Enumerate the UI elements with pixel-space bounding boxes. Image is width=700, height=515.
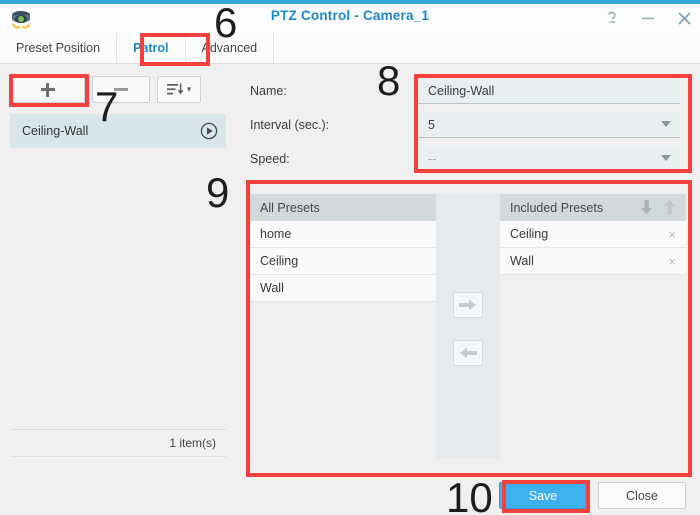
- speed-value: --: [428, 151, 437, 166]
- arrow-right-icon: [459, 299, 476, 311]
- included-presets-body: Ceiling × Wall ×: [500, 221, 686, 459]
- add-preset-button[interactable]: [453, 292, 483, 318]
- window-title: PTZ Control - Camera_1: [270, 8, 430, 23]
- label-speed: Speed:: [250, 152, 290, 166]
- included-presets-column: Included Presets Ceiling × Wall ×: [500, 194, 686, 459]
- play-icon[interactable]: [200, 122, 218, 140]
- annotation-number-9: 9: [206, 169, 230, 216]
- label-interval: Interval (sec.):: [250, 118, 330, 132]
- arrow-down-icon[interactable]: [640, 200, 653, 215]
- close-icon[interactable]: ×: [668, 227, 676, 242]
- annotation-number-10: 10: [446, 474, 493, 515]
- all-presets-body: home Ceiling Wall: [250, 221, 436, 459]
- list-item[interactable]: Ceiling ×: [500, 221, 686, 248]
- annotation-number-7: 7: [95, 83, 119, 130]
- preset-name: Wall: [260, 281, 284, 295]
- speed-select[interactable]: --: [418, 146, 680, 172]
- sort-button[interactable]: ▾: [157, 76, 201, 103]
- item-count-text: 1 item(s): [169, 436, 216, 450]
- remove-preset-button[interactable]: [453, 340, 483, 366]
- list-item[interactable]: Wall: [250, 275, 436, 302]
- preset-name: Wall: [510, 254, 534, 268]
- close-icon[interactable]: [674, 8, 694, 28]
- close-button[interactable]: Close: [598, 482, 686, 509]
- included-presets-header: Included Presets: [500, 194, 686, 221]
- presets-dual-list: All Presets home Ceiling Wall Included P…: [250, 194, 686, 459]
- item-count-label: 1 item(s): [10, 429, 226, 457]
- sort-descending-icon: [166, 83, 184, 95]
- preset-name: home: [260, 227, 292, 241]
- preset-name: Ceiling: [510, 227, 549, 241]
- save-button[interactable]: Save: [499, 482, 587, 509]
- tab-preset-position[interactable]: Preset Position: [0, 33, 118, 63]
- all-presets-title: All Presets: [260, 200, 320, 215]
- ptz-control-window: PTZ Control - Camera_1 Preset Position P…: [0, 0, 700, 515]
- interval-select[interactable]: 5: [418, 112, 680, 138]
- annotation-number-8: 8: [377, 57, 401, 104]
- dialog-footer: Save Close: [0, 475, 700, 515]
- all-presets-column: All Presets home Ceiling Wall: [250, 194, 436, 459]
- annotation-number-6: 6: [214, 0, 238, 46]
- plus-icon: [40, 82, 55, 97]
- name-input[interactable]: Ceiling-Wall: [418, 78, 680, 104]
- title-bar: PTZ Control - Camera_1: [0, 4, 700, 33]
- add-patrol-button[interactable]: [10, 76, 85, 103]
- patrol-detail-pane: Name: Ceiling-Wall Interval (sec.): 5 Sp…: [236, 64, 700, 479]
- list-item[interactable]: home: [250, 221, 436, 248]
- patrol-list: Ceiling-Wall: [10, 114, 226, 444]
- preset-name: Ceiling: [260, 254, 299, 268]
- arrow-left-icon: [460, 347, 477, 359]
- included-presets-title: Included Presets: [510, 200, 604, 215]
- chevron-down-icon: [661, 155, 671, 161]
- transfer-buttons: [436, 194, 500, 459]
- close-icon[interactable]: ×: [668, 254, 676, 269]
- list-item[interactable]: Wall ×: [500, 248, 686, 275]
- interval-value: 5: [428, 117, 435, 132]
- all-presets-header: All Presets: [250, 194, 436, 221]
- patrol-name: Ceiling-Wall: [22, 124, 89, 138]
- sort-caret-icon: ▾: [186, 84, 192, 94]
- name-value: Ceiling-Wall: [428, 83, 495, 98]
- help-icon[interactable]: [602, 8, 622, 28]
- list-item[interactable]: Ceiling: [250, 248, 436, 275]
- window-controls: [602, 8, 694, 28]
- minimize-icon[interactable]: [638, 8, 658, 28]
- arrow-up-icon[interactable]: [663, 200, 676, 215]
- tab-bar: Preset Position Patrol Advanced: [0, 33, 700, 64]
- chevron-down-icon: [661, 121, 671, 127]
- tab-patrol[interactable]: Patrol: [117, 33, 186, 63]
- label-name: Name:: [250, 84, 287, 98]
